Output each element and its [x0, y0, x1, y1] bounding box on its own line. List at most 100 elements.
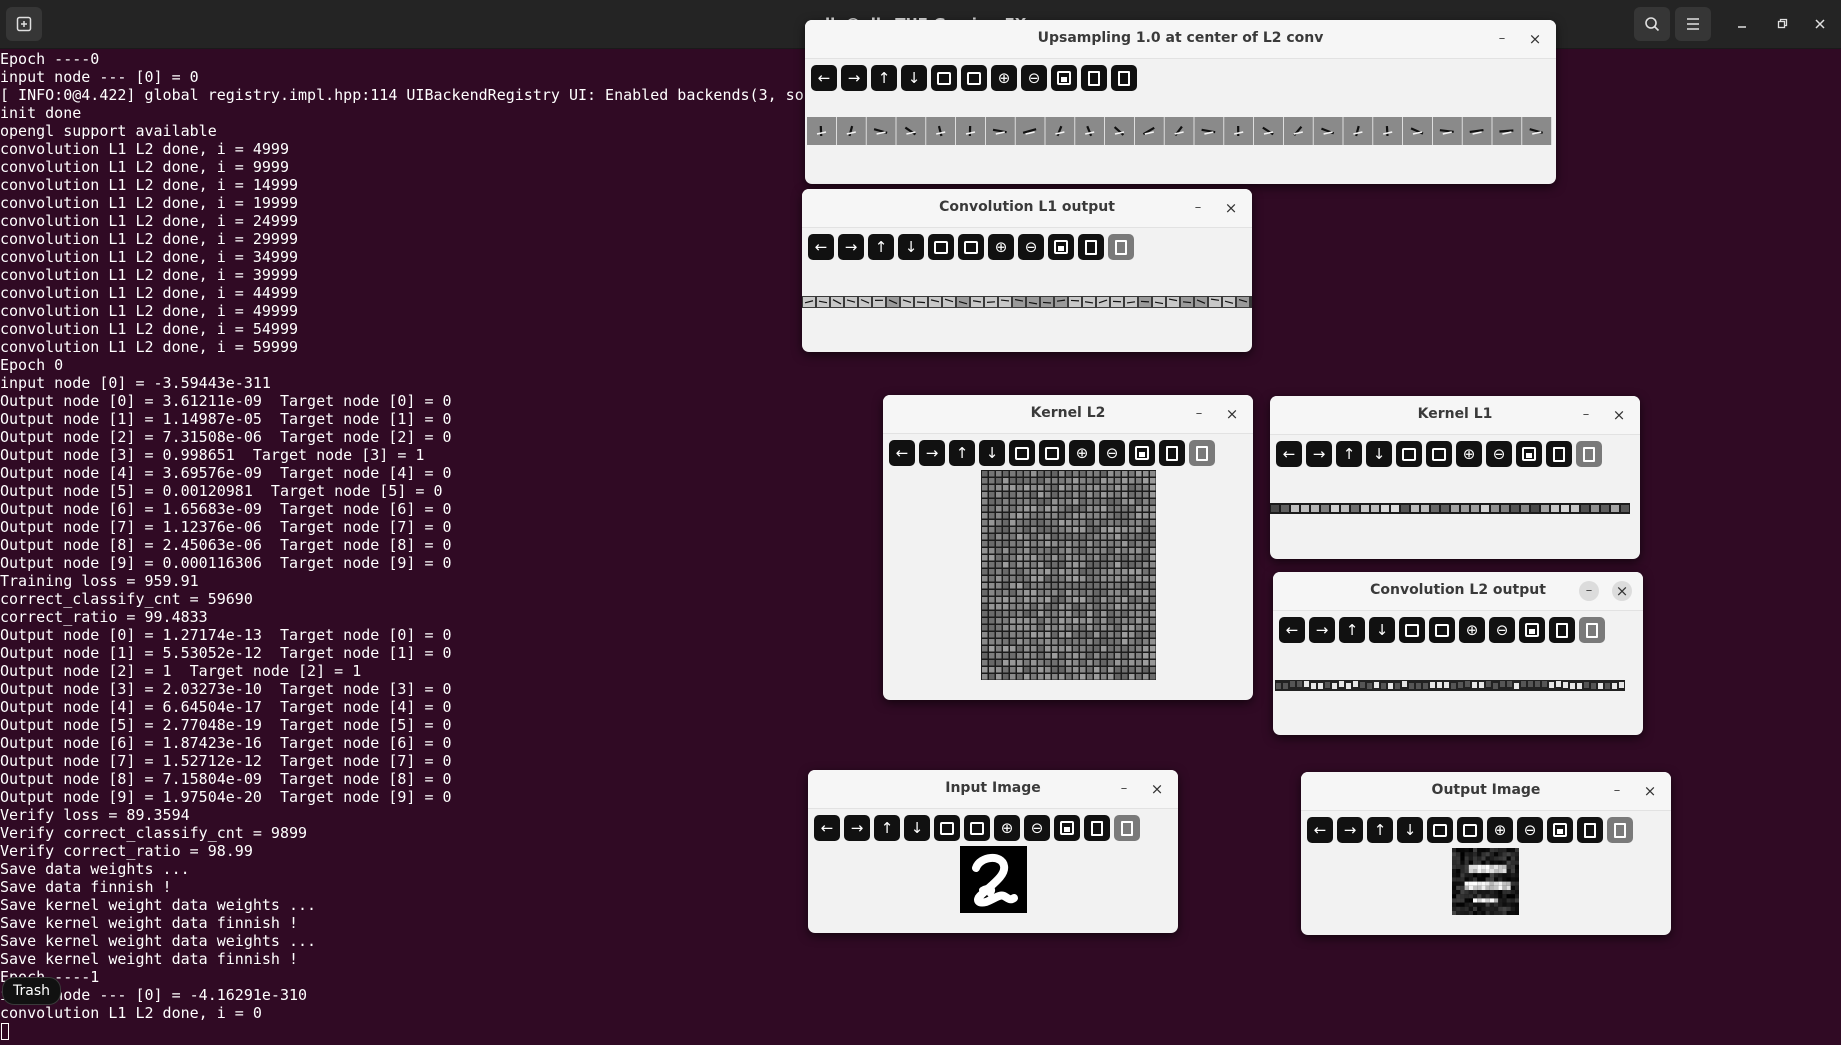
upsampling-window[interactable]: Upsampling 1.0 at center of L2 conv – × … [805, 20, 1556, 184]
arrow-up-button[interactable]: ↑ [1336, 441, 1362, 467]
arrow-right-button[interactable]: → [844, 815, 870, 841]
terminal-output[interactable]: Epoch ----0 input node --- [0] = 0[ INFO:… [0, 50, 820, 1045]
image-zoom-button[interactable] [1429, 617, 1455, 643]
arrow-down-button[interactable]: ↓ [1369, 617, 1395, 643]
arrow-down-button[interactable]: ↓ [904, 815, 930, 841]
properties-button[interactable] [1579, 617, 1605, 643]
search-button[interactable] [1634, 7, 1670, 41]
properties-button[interactable] [1114, 815, 1140, 841]
clipboard-button[interactable] [1549, 617, 1575, 643]
arrow-left-button[interactable]: ← [889, 440, 915, 466]
arrow-up-button[interactable]: ↑ [1339, 617, 1365, 643]
arrow-down-button[interactable]: ↓ [1366, 441, 1392, 467]
window-close-button[interactable]: × [1525, 29, 1545, 49]
arrow-left-button[interactable]: ← [808, 234, 834, 260]
image-zoom-button[interactable] [1039, 440, 1065, 466]
image-zoom-button[interactable] [1457, 817, 1483, 843]
maximize-button[interactable] [1770, 12, 1794, 36]
arrow-up-button[interactable]: ↑ [871, 65, 897, 91]
arrow-up-button[interactable]: ↑ [868, 234, 894, 260]
arrow-left-button[interactable]: ← [811, 65, 837, 91]
clipboard-button[interactable] [1159, 440, 1185, 466]
clipboard-button[interactable] [1577, 817, 1603, 843]
window-titlebar[interactable]: Kernel L2 – × [883, 395, 1253, 434]
clipboard-button[interactable] [1084, 815, 1110, 841]
window-minimize-button[interactable]: – [1607, 781, 1627, 801]
image-button[interactable] [1399, 617, 1425, 643]
window-titlebar[interactable]: Convolution L2 output – × [1273, 572, 1643, 611]
kernel-l1-window[interactable]: Kernel L1 – × ← → ↑ ↓ ⊕ ⊖ [1270, 396, 1640, 559]
menu-button[interactable] [1675, 7, 1711, 41]
window-minimize-button[interactable]: – [1579, 581, 1599, 601]
window-titlebar[interactable]: Output Image – × [1301, 772, 1671, 811]
image-button[interactable] [1427, 817, 1453, 843]
arrow-right-button[interactable]: → [919, 440, 945, 466]
zoom-out-button[interactable]: ⊖ [1099, 440, 1125, 466]
image-button[interactable] [934, 815, 960, 841]
window-close-button[interactable]: × [1640, 781, 1660, 801]
zoom-in-button[interactable]: ⊕ [1459, 617, 1485, 643]
clipboard-button[interactable] [1081, 65, 1107, 91]
arrow-left-button[interactable]: ← [1279, 617, 1305, 643]
image-button[interactable] [928, 234, 954, 260]
save-button[interactable] [1547, 817, 1573, 843]
properties-button[interactable] [1607, 817, 1633, 843]
arrow-right-button[interactable]: → [841, 65, 867, 91]
zoom-in-button[interactable]: ⊕ [988, 234, 1014, 260]
image-zoom-button[interactable] [961, 65, 987, 91]
zoom-in-button[interactable]: ⊕ [1487, 817, 1513, 843]
clipboard-button[interactable] [1546, 441, 1572, 467]
zoom-out-button[interactable]: ⊖ [1517, 817, 1543, 843]
clipboard-button[interactable] [1078, 234, 1104, 260]
input-image-window[interactable]: Input Image – × ← → ↑ ↓ ⊕ ⊖ [808, 770, 1178, 933]
window-close-button[interactable]: × [1609, 405, 1629, 425]
kernel-l2-window[interactable]: Kernel L2 – × ← → ↑ ↓ ⊕ ⊖ [883, 395, 1253, 700]
close-button[interactable] [1808, 12, 1832, 36]
zoom-out-button[interactable]: ⊖ [1486, 441, 1512, 467]
window-close-button[interactable]: × [1612, 581, 1632, 601]
window-minimize-button[interactable]: – [1189, 404, 1209, 424]
arrow-up-button[interactable]: ↑ [1367, 817, 1393, 843]
window-close-button[interactable]: × [1221, 198, 1241, 218]
conv-l2-window[interactable]: Convolution L2 output – × ← → ↑ ↓ ⊕ ⊖ [1273, 572, 1643, 735]
arrow-up-button[interactable]: ↑ [874, 815, 900, 841]
window-titlebar[interactable]: Upsampling 1.0 at center of L2 conv – × [805, 20, 1556, 59]
conv-l1-window[interactable]: Convolution L1 output – × ← → ↑ ↓ ⊕ ⊖ [802, 189, 1252, 352]
window-minimize-button[interactable]: – [1576, 405, 1596, 425]
image-button[interactable] [1009, 440, 1035, 466]
image-button[interactable] [1396, 441, 1422, 467]
image-zoom-button[interactable] [964, 815, 990, 841]
window-minimize-button[interactable]: – [1492, 29, 1512, 49]
zoom-in-button[interactable]: ⊕ [991, 65, 1017, 91]
arrow-right-button[interactable]: → [1306, 441, 1332, 467]
zoom-out-button[interactable]: ⊖ [1489, 617, 1515, 643]
window-close-button[interactable]: × [1147, 779, 1167, 799]
arrow-down-button[interactable]: ↓ [898, 234, 924, 260]
save-button[interactable] [1519, 617, 1545, 643]
arrow-left-button[interactable]: ← [1307, 817, 1333, 843]
properties-button[interactable] [1111, 65, 1137, 91]
arrow-down-button[interactable]: ↓ [1397, 817, 1423, 843]
arrow-right-button[interactable]: → [1337, 817, 1363, 843]
image-button[interactable] [931, 65, 957, 91]
window-close-button[interactable]: × [1222, 404, 1242, 424]
arrow-right-button[interactable]: → [838, 234, 864, 260]
save-button[interactable] [1129, 440, 1155, 466]
save-button[interactable] [1051, 65, 1077, 91]
zoom-in-button[interactable]: ⊕ [1069, 440, 1095, 466]
arrow-up-button[interactable]: ↑ [949, 440, 975, 466]
save-button[interactable] [1516, 441, 1542, 467]
properties-button[interactable] [1189, 440, 1215, 466]
window-titlebar[interactable]: Input Image – × [808, 770, 1178, 809]
zoom-out-button[interactable]: ⊖ [1024, 815, 1050, 841]
minimize-button[interactable] [1730, 12, 1754, 36]
arrow-left-button[interactable]: ← [814, 815, 840, 841]
window-minimize-button[interactable]: – [1114, 779, 1134, 799]
image-zoom-button[interactable] [958, 234, 984, 260]
zoom-out-button[interactable]: ⊖ [1021, 65, 1047, 91]
zoom-out-button[interactable]: ⊖ [1018, 234, 1044, 260]
window-titlebar[interactable]: Convolution L1 output – × [802, 189, 1252, 228]
save-button[interactable] [1048, 234, 1074, 260]
arrow-down-button[interactable]: ↓ [901, 65, 927, 91]
window-titlebar[interactable]: Kernel L1 – × [1270, 396, 1640, 435]
